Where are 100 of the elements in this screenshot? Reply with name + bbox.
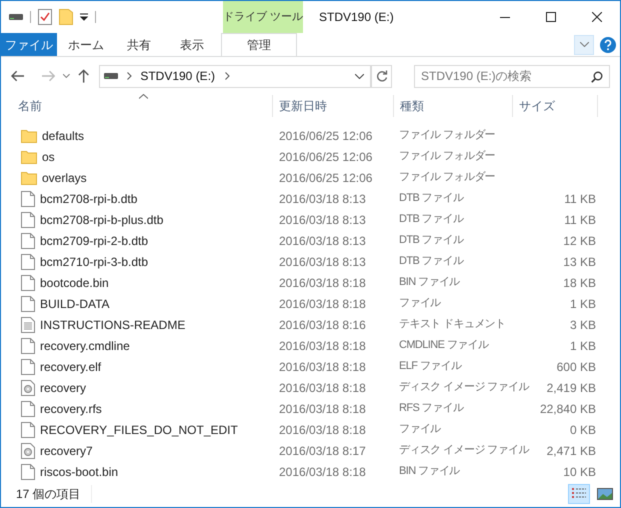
search-field[interactable]: STDV190 (E:)の検索 <box>414 64 610 88</box>
help-icon[interactable] <box>600 36 616 52</box>
size-cell-text: 11 KB <box>564 212 596 228</box>
file-name[interactable]: bootcode.bin <box>40 274 109 292</box>
recent-locations-icon[interactable] <box>63 74 70 78</box>
type-cell-text: ディスク イメージ ファイル <box>399 380 529 396</box>
refresh-button[interactable] <box>371 64 392 88</box>
file-name[interactable]: riscos-boot.bin <box>40 462 118 480</box>
column-header[interactable]: 名前 <box>18 97 42 115</box>
size-cell-text: 0 KB <box>570 422 596 438</box>
file-name[interactable]: INSTRUCTIONS-README <box>40 316 186 334</box>
file-icon <box>21 464 35 480</box>
dropdown-icon[interactable] <box>355 74 364 78</box>
folder-icon <box>21 128 37 142</box>
type-cell-text: ファイル フォルダー <box>399 170 496 186</box>
file-icon <box>21 358 35 374</box>
type-cell-text: テキスト ドキュメント <box>399 317 506 332</box>
file-icon <box>21 190 35 206</box>
type-cell-text: CMDLINE ファイル <box>399 338 488 354</box>
file-icon <box>21 296 35 312</box>
date-cell-text: 2016/03/18 8:18 <box>278 358 367 376</box>
file-icon <box>21 254 35 270</box>
date-cell-text: 2016/06/25 12:06 <box>278 148 374 166</box>
size-cell-text: 13 KB <box>563 254 596 270</box>
expand-ribbon-button[interactable] <box>574 34 594 54</box>
dropdown-icon[interactable] <box>80 13 88 21</box>
ribbon-tab[interactable]: 管理 <box>221 33 297 56</box>
date-cell-text: 2016/06/25 12:06 <box>278 170 374 186</box>
size-cell-text: 22,840 KB <box>540 400 596 418</box>
type-cell-text: BIN ファイル <box>399 464 460 480</box>
ribbon-tab[interactable]: ファイル <box>1 33 57 56</box>
checklist-icon[interactable] <box>38 9 52 25</box>
file-name[interactable]: recovery7 <box>40 442 93 460</box>
file-name[interactable]: os <box>42 148 55 166</box>
file-icon <box>21 232 35 248</box>
date-cell-text: 2016/03/18 8:13 <box>278 212 367 228</box>
file-name[interactable]: recovery.rfs <box>40 400 102 418</box>
date-cell-text: 2016/03/18 8:18 <box>278 464 367 480</box>
type-cell-text: ファイル フォルダー <box>399 149 496 164</box>
file-icon <box>21 274 35 290</box>
up-arrow-icon[interactable] <box>78 69 90 83</box>
date-cell-text: 2016/03/18 8:13 <box>278 190 367 208</box>
type-cell-text: DTB ファイル <box>399 233 464 248</box>
size-cell-text: 10 KB <box>563 464 596 480</box>
type-cell-text: ファイル <box>399 296 441 312</box>
type-cell-text: ファイル <box>399 422 441 438</box>
window-title: STDV190 (E:) <box>319 9 394 26</box>
file-icon <box>21 422 35 438</box>
type-cell-text: BIN ファイル <box>399 275 460 290</box>
file-name[interactable]: bcm2708-rpi-b.dtb <box>40 190 138 208</box>
close-icon <box>592 12 602 22</box>
size-cell-text: 1 KB <box>570 296 596 312</box>
file-name[interactable]: recovery <box>40 378 86 396</box>
folder-icon <box>21 150 37 164</box>
date-cell-text: 2016/03/18 8:13 <box>278 232 367 250</box>
details-view-button[interactable] <box>568 484 590 504</box>
size-cell-text: 18 KB <box>563 274 596 292</box>
file-icon <box>21 338 35 354</box>
date-cell-text: 2016/03/18 8:18 <box>278 338 367 354</box>
file-name[interactable]: bcm2709-rpi-2-b.dtb <box>40 232 148 250</box>
column-header[interactable]: サイズ <box>519 97 555 115</box>
file-name[interactable]: recovery.cmdline <box>40 336 130 354</box>
search-icon <box>590 70 603 82</box>
column-header[interactable]: 種類 <box>400 97 424 115</box>
file-icon <box>21 400 35 416</box>
size-cell-text: 11 KB <box>564 190 596 208</box>
text-document-icon <box>21 316 35 332</box>
size-cell-text: 2,471 KB <box>546 442 596 460</box>
file-name[interactable]: defaults <box>42 126 84 144</box>
context-tab-header: ドライブ ツール <box>223 1 303 33</box>
size-cell-text: 2,419 KB <box>546 380 596 396</box>
date-cell-text: 2016/03/18 8:17 <box>278 442 367 460</box>
date-cell-text: 2016/03/18 8:18 <box>278 274 367 292</box>
file-name[interactable]: BUILD-DATA <box>40 294 110 312</box>
column-header[interactable]: 更新日時 <box>279 97 327 115</box>
date-cell-text: 2016/03/18 8:18 <box>278 296 367 312</box>
file-name[interactable]: RECOVERY_FILES_DO_NOT_EDIT <box>40 420 238 438</box>
date-cell-text: 2016/03/18 8:18 <box>278 422 367 438</box>
type-cell-text: ディスク イメージ ファイル <box>399 443 529 458</box>
address-bar[interactable]: STDV190 (E:) <box>99 64 372 88</box>
sort-ascending-icon <box>139 94 148 99</box>
file-name[interactable]: bcm2710-rpi-3-b.dtb <box>40 252 148 270</box>
date-cell-text: 2016/03/18 8:13 <box>278 254 367 270</box>
size-cell-text: 600 KB <box>556 358 596 376</box>
file-name[interactable]: recovery.elf <box>40 358 102 376</box>
back-arrow-icon[interactable] <box>11 70 24 82</box>
file-name[interactable]: overlays <box>42 168 87 186</box>
file-icon <box>21 212 35 228</box>
type-cell-text: RFS ファイル <box>399 401 464 416</box>
size-cell-text: 12 KB <box>563 232 596 250</box>
breadcrumb[interactable]: STDV190 (E:) <box>140 67 216 85</box>
minimize-icon <box>500 16 510 18</box>
maximize-icon <box>546 12 556 22</box>
item-count: 17 個の項目 <box>16 485 92 503</box>
file-name[interactable]: bcm2708-rpi-b-plus.dtb <box>40 210 164 228</box>
chevron-icon <box>225 72 230 80</box>
type-cell-text: DTB ファイル <box>399 254 464 270</box>
chevron-down-icon <box>580 42 588 47</box>
size-cell-text: 1 KB <box>570 338 596 354</box>
drive-icon[interactable] <box>9 13 23 21</box>
